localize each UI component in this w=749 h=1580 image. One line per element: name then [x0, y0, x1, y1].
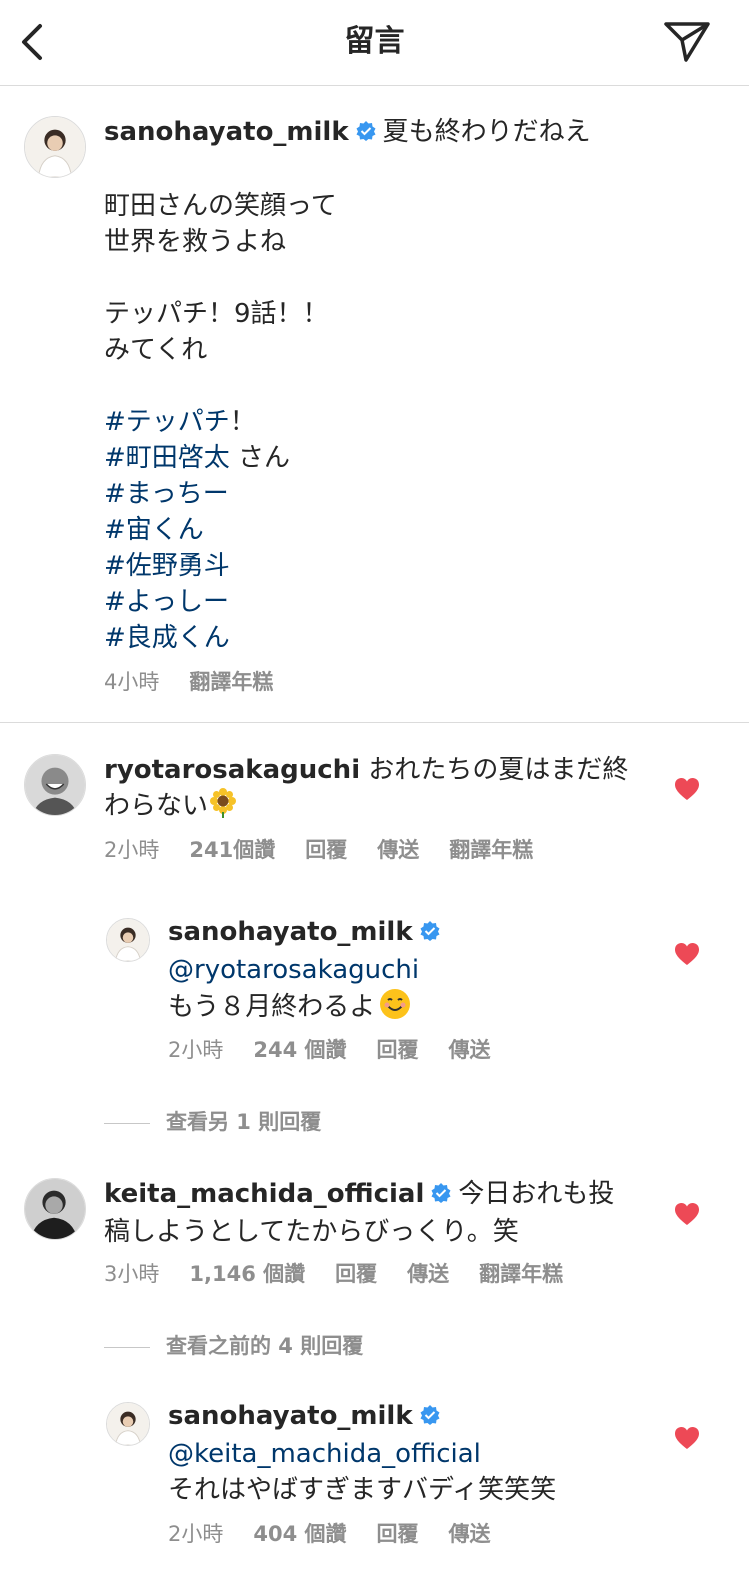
comment-text: 今日おれも投 — [458, 1179, 615, 1209]
post-caption: sanohayato_milk 夏も終わりだねえ 町田さんの笑顔って 世界を救うよ… — [104, 114, 591, 656]
likes-count[interactable]: 244 個讚 — [253, 1038, 346, 1062]
caption-text: 夏も終わりだねえ — [382, 117, 591, 147]
view-more-replies[interactable]: 查看另 1 則回覆 — [104, 1106, 321, 1136]
direct-send-icon[interactable] — [662, 18, 712, 66]
avatar[interactable] — [106, 1402, 150, 1446]
timestamp: 4小時 — [104, 670, 160, 694]
username[interactable]: sanohayato_milk — [104, 117, 349, 147]
comment-text: 稿しようとしてたからびっくり。笑 — [104, 1217, 519, 1247]
avatar[interactable] — [24, 1178, 86, 1240]
mention-link[interactable]: @ryotarosakaguchi — [168, 955, 419, 985]
hashtag-link[interactable]: #良成くん — [104, 623, 230, 653]
send-button[interactable]: 傳送 — [449, 1522, 491, 1546]
username[interactable]: sanohayato_milk — [168, 1401, 413, 1431]
translate-button[interactable]: 翻譯年糕 — [479, 1262, 563, 1286]
view-previous-replies[interactable]: 查看之前的 4 則回覆 — [104, 1330, 363, 1360]
comment: ryotarosakaguchi おれたちの夏はまだ終 わらない — [104, 752, 628, 828]
caption-text: さん — [229, 443, 291, 473]
send-button[interactable]: 傳送 — [377, 838, 419, 862]
avatar[interactable] — [106, 918, 150, 962]
translate-button[interactable]: 翻譯年糕 — [449, 838, 533, 862]
verified-badge-icon — [419, 916, 441, 952]
hashtag-link[interactable]: #よっしー — [104, 587, 229, 617]
caption-line: 世界を救うよね — [104, 227, 287, 257]
caption-text: ！ — [229, 407, 256, 437]
timestamp: 2小時 — [104, 838, 160, 862]
caption-line: 町田さんの笑顔って — [104, 191, 337, 221]
like-heart-icon[interactable] — [674, 1426, 700, 1450]
verified-badge-icon — [430, 1178, 452, 1214]
hashtag-link[interactable]: #宙くん — [104, 515, 204, 545]
reply-comment: sanohayato_milk @ryotarosakaguchi もう８月終わ… — [168, 914, 447, 1030]
sunflower-icon — [208, 788, 238, 828]
reply-button[interactable]: 回覆 — [377, 1038, 419, 1062]
username[interactable]: keita_machida_official — [104, 1179, 424, 1209]
caption-line: みてくれ — [104, 335, 208, 365]
likes-count[interactable]: 241個讚 — [189, 838, 275, 862]
comment-text: もう８月終わるよ — [168, 992, 376, 1022]
likes-count[interactable]: 1,146 個讚 — [189, 1262, 305, 1286]
comment: keita_machida_official 今日おれも投 稿しようとしてたからび… — [104, 1176, 614, 1250]
like-heart-icon[interactable] — [674, 777, 700, 801]
timestamp: 2小時 — [168, 1522, 224, 1546]
send-button[interactable]: 傳送 — [449, 1038, 491, 1062]
hashtag-link[interactable]: #テッパチ — [104, 407, 230, 437]
likes-count[interactable]: 404 個讚 — [253, 1522, 346, 1546]
mention-link[interactable]: @keita_machida_official — [168, 1439, 481, 1469]
username[interactable]: ryotarosakaguchi — [104, 755, 360, 785]
comment-text: わらない — [104, 791, 209, 821]
translate-button[interactable]: 翻譯年糕 — [189, 670, 273, 694]
post-meta: 4小時 翻譯年糕 — [104, 666, 303, 696]
comment-text: おれたちの夏はまだ終 — [368, 755, 629, 785]
comment-meta: 2小時 244 個讚 回覆 傳送 — [168, 1034, 521, 1064]
reply-button[interactable]: 回覆 — [377, 1522, 419, 1546]
comment-meta: 3小時 1,146 個讚 回覆 傳送 翻譯年糕 — [104, 1258, 593, 1288]
page-title: 留言 — [344, 24, 405, 59]
like-heart-icon[interactable] — [674, 942, 700, 966]
like-heart-icon[interactable] — [674, 1202, 700, 1226]
verified-badge-icon — [355, 116, 377, 152]
timestamp: 2小時 — [168, 1038, 224, 1062]
timestamp: 3小時 — [104, 1262, 160, 1286]
smiling-face-icon — [379, 988, 411, 1030]
reply-button[interactable]: 回覆 — [305, 838, 347, 862]
avatar[interactable] — [24, 116, 86, 178]
header-bar: 留言 — [0, 0, 749, 86]
hashtag-link[interactable]: #佐野勇斗 — [104, 551, 230, 581]
divider — [0, 722, 749, 723]
hashtag-link[interactable]: #まっちー — [104, 479, 229, 509]
hashtag-link[interactable]: #町田啓太 — [104, 443, 230, 473]
comment-meta: 2小時 241個讚 回覆 傳送 翻譯年糕 — [104, 834, 563, 864]
verified-badge-icon — [419, 1400, 441, 1436]
avatar[interactable] — [24, 754, 86, 816]
send-button[interactable]: 傳送 — [407, 1262, 449, 1286]
reply-comment: sanohayato_milk @keita_machida_official … — [168, 1398, 556, 1508]
username[interactable]: sanohayato_milk — [168, 917, 413, 947]
caption-line: テッパチ！9話！！ — [104, 299, 329, 329]
comment-meta: 2小時 404 個讚 回覆 傳送 — [168, 1518, 521, 1548]
comment-text: それはやばすぎますバディ笑笑笑 — [168, 1475, 557, 1505]
reply-button[interactable]: 回覆 — [335, 1262, 377, 1286]
